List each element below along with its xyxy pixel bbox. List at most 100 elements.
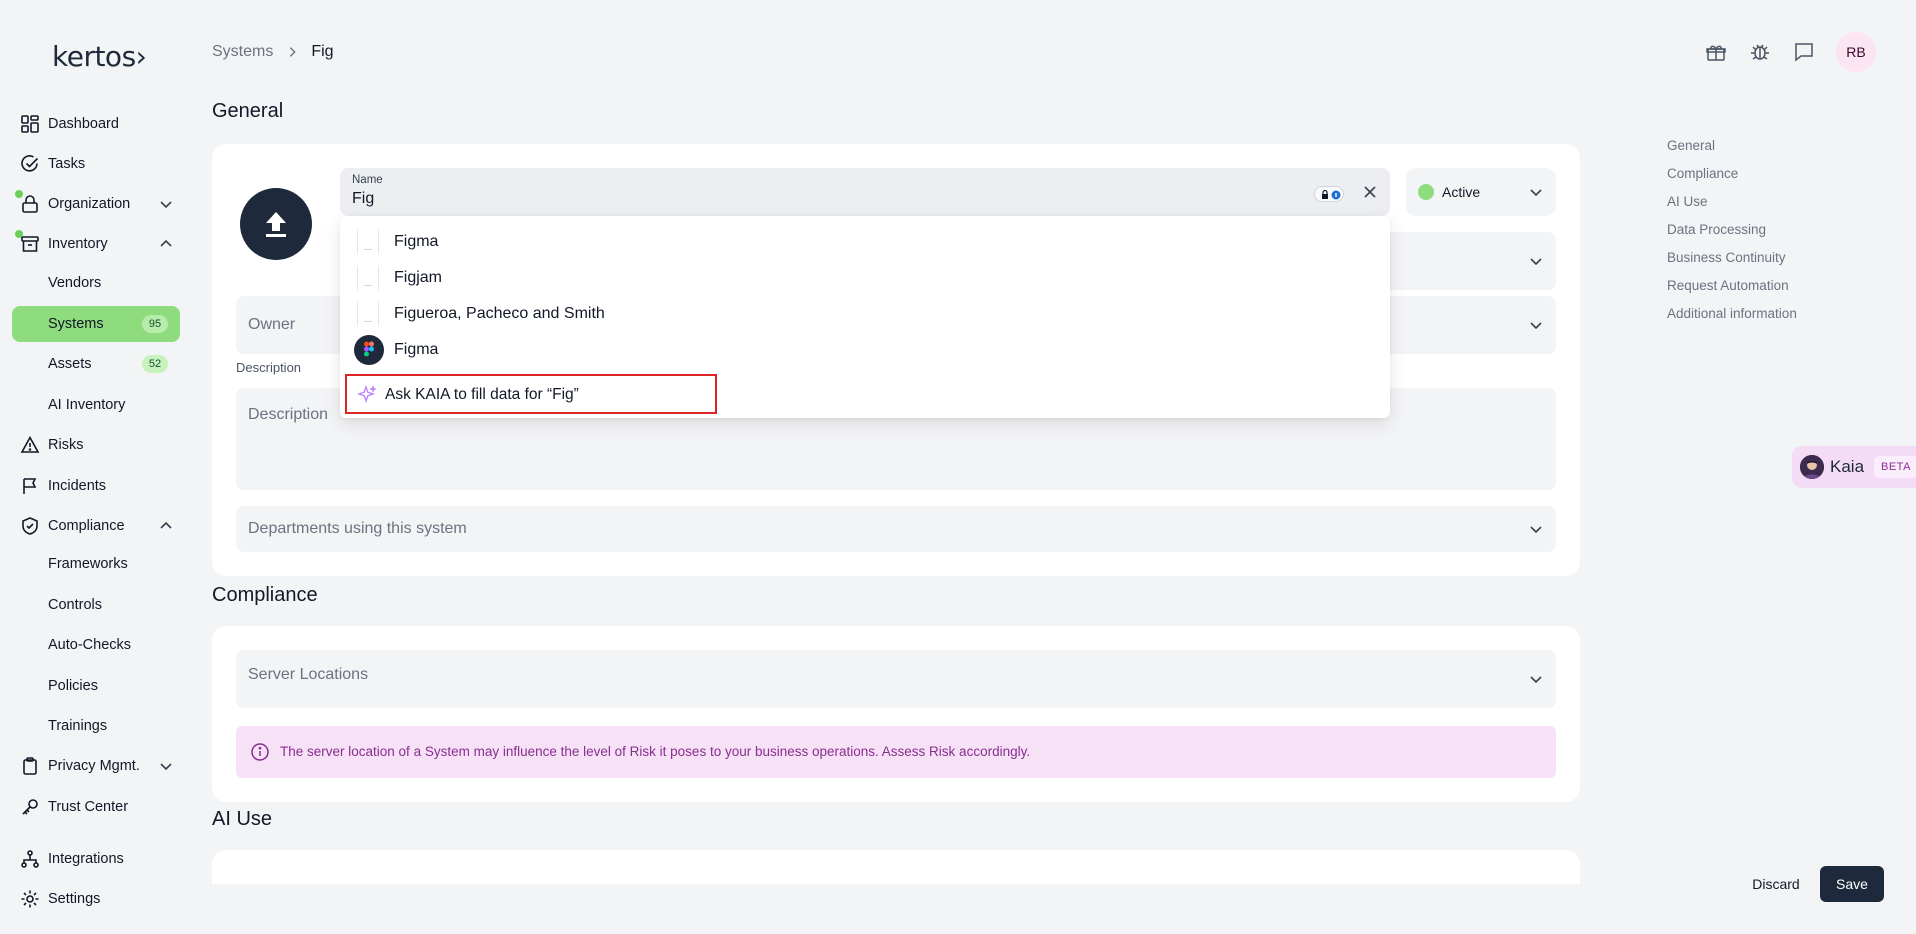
- sidebar-item-privacy-mgmt[interactable]: Privacy Mgmt.: [12, 748, 180, 784]
- chevron-down-icon: [1530, 322, 1542, 330]
- sidebar-item-label: Settings: [48, 891, 101, 907]
- chevron-down-icon: [1530, 189, 1542, 197]
- status-select[interactable]: Active: [1406, 168, 1556, 216]
- sidebar-item-label: Systems: [48, 316, 104, 332]
- toc-item-general[interactable]: General: [1667, 136, 1797, 164]
- count-badge: 52: [142, 355, 168, 373]
- sidebar-item-controls[interactable]: Controls: [12, 587, 180, 623]
- sidebar-item-frameworks[interactable]: Frameworks: [12, 546, 180, 582]
- toc-item-data-processing[interactable]: Data Processing: [1667, 220, 1797, 248]
- dashboard-icon: [21, 115, 39, 133]
- sidebar-item-label: Compliance: [48, 518, 125, 534]
- check-circle-icon: [21, 155, 39, 172]
- flag-icon: [23, 478, 37, 494]
- sidebar-item-inventory[interactable]: Inventory: [12, 226, 180, 262]
- sidebar-item-settings[interactable]: Settings: [12, 881, 180, 917]
- gift-icon[interactable]: [1704, 40, 1728, 64]
- chat-icon[interactable]: [1792, 40, 1816, 64]
- server-locations-select[interactable]: Server Locations: [236, 650, 1556, 708]
- clipboard-icon: [23, 757, 37, 775]
- network-icon: [21, 850, 39, 868]
- sidebar-item-label: Risks: [48, 437, 84, 453]
- dropdown-option[interactable]: Figueroa, Pacheco and Smith: [340, 296, 1390, 332]
- chevron-down-icon: [160, 201, 172, 209]
- toc-item-request-automation[interactable]: Request Automation: [1667, 276, 1797, 304]
- sidebar-item-label: Incidents: [48, 478, 107, 494]
- save-button[interactable]: Save: [1820, 866, 1884, 902]
- archive-icon: [21, 236, 39, 252]
- section-title-compliance: Compliance: [212, 584, 318, 606]
- option-label: Figjam: [394, 269, 443, 286]
- sidebar-item-assets[interactable]: Assets 52: [12, 346, 180, 382]
- ask-kaia-label: Ask KAIA to fill data for “Fig”: [385, 386, 579, 403]
- departments-select[interactable]: Departments using this system: [236, 506, 1556, 552]
- avatar[interactable]: RB: [1836, 32, 1876, 72]
- warning-icon: [20, 435, 40, 453]
- sparkle-icon: [357, 385, 377, 404]
- name-input[interactable]: Name Fig: [340, 168, 1390, 216]
- sidebar-item-label: Auto-Checks: [48, 637, 132, 653]
- breadcrumb-systems[interactable]: Systems: [212, 43, 273, 61]
- status-value: Active: [1442, 184, 1481, 200]
- key-icon: [22, 799, 38, 815]
- password-manager-icon[interactable]: [1314, 186, 1344, 202]
- sidebar-item-systems[interactable]: Systems 95: [12, 306, 180, 342]
- server-locations-placeholder: Server Locations: [248, 666, 369, 683]
- dropdown-option[interactable]: Figma: [340, 332, 1390, 368]
- sidebar-item-label: Organization: [48, 196, 131, 212]
- status-dot: [1418, 184, 1434, 200]
- sidebar-item-trust-center[interactable]: Trust Center: [12, 789, 180, 825]
- toc-item-ai-use[interactable]: AI Use: [1667, 192, 1797, 220]
- kaia-name: Kaia: [1830, 457, 1865, 476]
- sidebar-item-vendors[interactable]: Vendors: [12, 265, 180, 301]
- sidebar-item-auto-checks[interactable]: Auto-Checks: [12, 627, 180, 663]
- shield-icon: [22, 517, 38, 535]
- name-label: Name: [352, 174, 383, 186]
- sidebar-item-trainings[interactable]: Trainings: [12, 708, 180, 744]
- dropdown-option[interactable]: Figma: [340, 224, 1390, 260]
- sidebar-item-ai-inventory[interactable]: AI Inventory: [12, 387, 180, 423]
- sidebar-item-organization[interactable]: Organization: [12, 186, 180, 222]
- chevron-down-icon: [160, 763, 172, 771]
- sidebar-item-policies[interactable]: Policies: [12, 668, 180, 704]
- name-value: Fig: [352, 190, 375, 207]
- section-title-general: General: [212, 100, 284, 122]
- sidebar-item-label: Privacy Mgmt.: [48, 758, 140, 774]
- sidebar-item-tasks[interactable]: Tasks: [12, 146, 180, 182]
- vendor-logo: [357, 302, 379, 326]
- sidebar-item-label: Integrations: [48, 851, 124, 867]
- kertos-logo[interactable]: kertos›: [52, 40, 147, 73]
- sidebar-item-risks[interactable]: Risks: [12, 427, 180, 463]
- owner-placeholder: Owner: [248, 316, 296, 333]
- toc-item-compliance[interactable]: Compliance: [1667, 164, 1797, 192]
- upload-icon: [266, 212, 286, 237]
- name-autocomplete-dropdown: Figma Figjam Figueroa, Pacheco and Smith…: [340, 216, 1390, 418]
- toc-item-additional-information[interactable]: Additional information: [1667, 304, 1797, 332]
- toc-item-business-continuity[interactable]: Business Continuity: [1667, 248, 1797, 276]
- breadcrumb: Systems Fig: [212, 43, 334, 61]
- option-label: Figma: [394, 341, 439, 358]
- dropdown-option[interactable]: Figjam: [340, 260, 1390, 296]
- sidebar-item-label: Trust Center: [48, 799, 129, 815]
- bug-icon[interactable]: [1748, 40, 1772, 64]
- header-actions: RB: [1704, 32, 1876, 72]
- description-placeholder: Description: [248, 406, 329, 423]
- option-label: Figueroa, Pacheco and Smith: [394, 305, 605, 322]
- sidebar-item-incidents[interactable]: Incidents: [12, 468, 180, 504]
- chevron-right-icon: [290, 47, 296, 57]
- kaia-assistant-tab[interactable]: Kaia BETA: [1792, 446, 1916, 488]
- sidebar-item-label: Inventory: [48, 236, 108, 252]
- discard-button[interactable]: Discard: [1740, 866, 1812, 902]
- clear-icon[interactable]: [1362, 184, 1378, 200]
- logo-upload-button[interactable]: [240, 188, 312, 260]
- chevron-up-icon: [160, 239, 172, 247]
- chevron-down-icon: [1530, 676, 1542, 684]
- gear-icon: [21, 890, 39, 908]
- sidebar-item-integrations[interactable]: Integrations: [12, 841, 180, 877]
- ask-kaia-fill-button[interactable]: Ask KAIA to fill data for “Fig”: [345, 374, 717, 414]
- sidebar-item-compliance[interactable]: Compliance: [12, 508, 180, 544]
- beta-badge: BETA: [1874, 456, 1916, 478]
- sidebar-item-label: Controls: [48, 597, 102, 613]
- sidebar-item-dashboard[interactable]: Dashboard: [12, 106, 180, 142]
- breadcrumb-current: Fig: [311, 43, 334, 60]
